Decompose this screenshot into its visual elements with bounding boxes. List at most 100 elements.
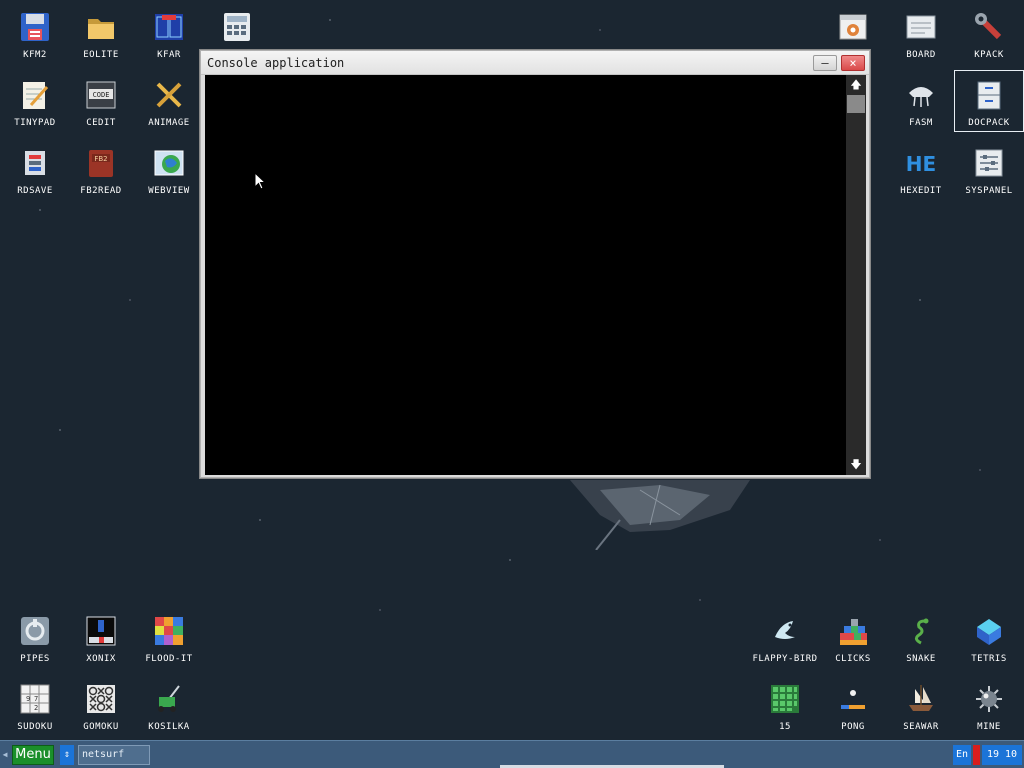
desktop-icon-fb2read[interactable]: FB2 FB2READ — [66, 138, 136, 200]
icon-label: PIPES — [20, 654, 50, 664]
fasm-icon — [904, 78, 938, 112]
tray-indicator[interactable] — [973, 744, 980, 765]
icon-label: FLOOD-IT — [145, 654, 193, 664]
icon-label: DOCPACK — [968, 118, 1010, 128]
icon-label: BOARD — [906, 50, 936, 60]
icon-label: CLICKS — [835, 654, 871, 664]
icon-label: MINE — [977, 722, 1001, 732]
desktop-icon-syspanel[interactable]: SYSPANEL — [954, 138, 1024, 200]
pipes-icon — [18, 614, 52, 648]
desktop-icon-snake[interactable]: SNAKE — [886, 606, 956, 668]
desktop-icon-flood-it[interactable]: FLOOD-IT — [134, 606, 204, 668]
desktop-icon-kpack[interactable]: KPACK — [954, 2, 1024, 64]
code-editor-icon: CODE — [84, 78, 118, 112]
desktop-icon-tinypad[interactable]: TINYPAD — [0, 70, 70, 132]
svg-text:9: 9 — [26, 695, 30, 703]
icon-label: FASM — [909, 118, 933, 128]
svg-text:HE: HE — [906, 152, 936, 176]
icon-label: TINYPAD — [14, 118, 56, 128]
icon-label: SEAWAR — [903, 722, 939, 732]
tic-tac-toe-icon — [84, 682, 118, 716]
desktop-icon-fifteen[interactable]: 15 — [750, 674, 820, 736]
globe-window-icon — [152, 146, 186, 180]
svg-text:CODE: CODE — [93, 91, 110, 99]
start-menu-button[interactable]: Menu — [12, 744, 54, 765]
taskbar-scroll-left-icon[interactable]: ◀ — [0, 750, 10, 759]
desktop-icon-rdsave[interactable]: RDSAVE — [0, 138, 70, 200]
icon-label: ANIMAGE — [148, 118, 190, 128]
desktop-icon-mine[interactable]: MINE — [954, 674, 1024, 736]
console-output[interactable] — [205, 75, 846, 475]
color-grid-icon — [152, 614, 186, 648]
minimize-icon: – — [821, 55, 829, 70]
svg-text:FB2: FB2 — [94, 155, 107, 163]
icon-label: RDSAVE — [17, 186, 53, 196]
icon-label: KFM2 — [23, 50, 47, 60]
window-title: Console application — [207, 55, 345, 70]
scrollbar-thumb[interactable] — [847, 95, 865, 113]
console-window[interactable]: Console application – × 🡅 🡇 — [200, 50, 870, 478]
window-switch-button[interactable]: ⇕ — [60, 744, 74, 765]
pencil-ruler-icon — [152, 78, 186, 112]
desktop-icon-eolite[interactable]: EOLITE — [66, 2, 136, 64]
icon-label: KPACK — [974, 50, 1004, 60]
pong-icon — [836, 682, 870, 716]
scroll-down-button[interactable]: 🡇 — [847, 457, 865, 473]
icon-label: SNAKE — [906, 654, 936, 664]
desktop-icon-pipes[interactable]: PIPES — [0, 606, 70, 668]
icon-label: 15 — [779, 722, 791, 732]
system-tray: En 19 10 — [953, 741, 1024, 768]
clock[interactable]: 19 10 — [982, 744, 1022, 765]
sudoku-grid-icon: 972 — [18, 682, 52, 716]
vertical-scrollbar[interactable]: 🡅 🡇 — [846, 75, 866, 475]
language-indicator[interactable]: En — [953, 744, 971, 765]
file-cabinet-icon — [972, 78, 1006, 112]
bug-window-icon — [836, 10, 870, 44]
board-icon — [904, 10, 938, 44]
desktop-icon-animage[interactable]: ANIMAGE — [134, 70, 204, 132]
desktop-icon-tetris[interactable]: TETRIS — [954, 606, 1024, 668]
wrench-icon — [972, 10, 1006, 44]
svg-text:7: 7 — [34, 695, 38, 703]
desktop-icon-hexedit[interactable]: HE HEXEDIT — [886, 138, 956, 200]
desktop-icon-sudoku[interactable]: 972 SUDOKU — [0, 674, 70, 736]
window-titlebar[interactable]: Console application – × — [201, 51, 869, 75]
lawnmower-icon — [152, 682, 186, 716]
desktop-icon-board[interactable]: BOARD — [886, 2, 956, 64]
icon-label: SUDOKU — [17, 722, 53, 732]
desktop-icon-kosilka[interactable]: KOSILKA — [134, 674, 204, 736]
switch-icon: ⇕ — [63, 749, 71, 760]
icon-label: FB2READ — [80, 186, 122, 196]
desktop-icon-xonix[interactable]: XONIX — [66, 606, 136, 668]
desktop-icon-cedit[interactable]: CODE CEDIT — [66, 70, 136, 132]
book-icon: FB2 — [84, 146, 118, 180]
tetris-icon — [972, 614, 1006, 648]
rdsave-icon — [18, 146, 52, 180]
taskbar-item-netsurf[interactable]: netsurf — [78, 744, 150, 765]
desktop-icon-fasm[interactable]: FASM — [886, 70, 956, 132]
icon-label: WEBVIEW — [148, 186, 190, 196]
desktop-icon-clicks[interactable]: CLICKS — [818, 606, 888, 668]
ship-icon — [904, 682, 938, 716]
minimize-button[interactable]: – — [813, 54, 837, 71]
icon-label: SYSPANEL — [965, 186, 1013, 196]
dual-panel-icon — [152, 10, 186, 44]
desktop-icon-kfar[interactable]: KFAR — [134, 2, 204, 64]
desktop-icon-pong[interactable]: PONG — [818, 674, 888, 736]
calculator-icon — [220, 10, 254, 44]
desktop-icon-docpack[interactable]: DOCPACK — [954, 70, 1024, 132]
desktop-icon-flappy-bird[interactable]: FLAPPY-BIRD — [750, 606, 820, 668]
scroll-up-button[interactable]: 🡅 — [847, 77, 865, 93]
taskbar: ◀ Menu ⇕ netsurf En 19 10 — [0, 740, 1024, 768]
desktop-icon-gomoku[interactable]: GOMOKU — [66, 674, 136, 736]
desktop-icon-webview[interactable]: WEBVIEW — [134, 138, 204, 200]
icon-label: CEDIT — [86, 118, 116, 128]
xonix-icon — [84, 614, 118, 648]
svg-text:2: 2 — [34, 704, 38, 712]
snake-icon — [904, 614, 938, 648]
desktop-icon-kfm2[interactable]: KFM2 — [0, 2, 70, 64]
desktop-icon-seawar[interactable]: SEAWAR — [886, 674, 956, 736]
close-icon: × — [849, 55, 857, 70]
space-station-wallpaper — [570, 480, 750, 550]
close-button[interactable]: × — [841, 54, 865, 71]
